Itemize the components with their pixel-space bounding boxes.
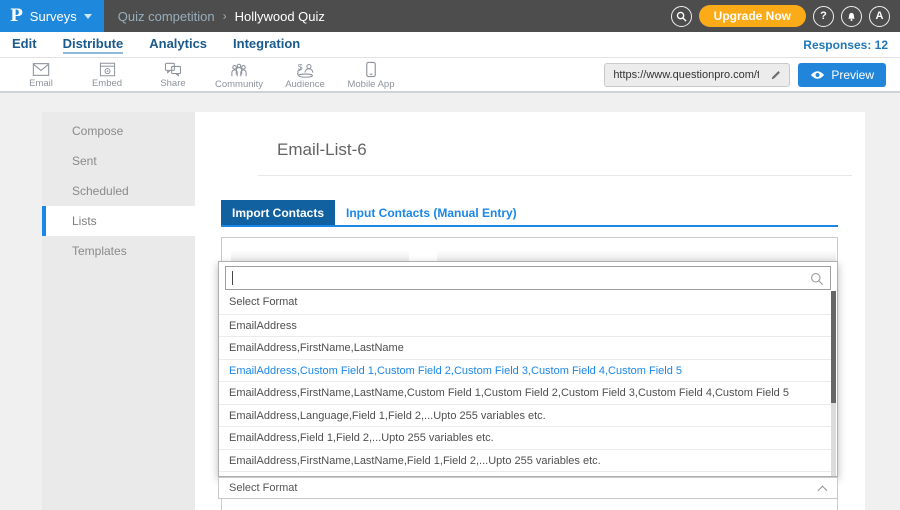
format-option[interactable]: EmailAddress — [219, 314, 831, 337]
avatar[interactable]: A — [869, 6, 890, 27]
lists-card: Compose Sent Scheduled Lists Templates E… — [42, 112, 865, 510]
tab-integration[interactable]: Integration — [233, 36, 300, 54]
question-mark-icon: ? — [820, 10, 827, 22]
eye-icon — [810, 70, 825, 80]
sidebar-item-templates[interactable]: Templates — [42, 236, 195, 266]
dropdown-scrollbar[interactable] — [831, 291, 836, 476]
tab-input-contacts-manual-entry[interactable]: Input Contacts (Manual Entry) — [335, 200, 528, 225]
toolbar-item-label: Share — [160, 78, 185, 89]
tab-distribute[interactable]: Distribute — [63, 36, 124, 54]
toolbar-item-embed[interactable]: Embed — [74, 60, 140, 89]
avatar-letter: A — [876, 10, 884, 22]
sidebar-item-compose[interactable]: Compose — [42, 116, 195, 146]
search-icon — [809, 271, 825, 287]
tab-edit[interactable]: Edit — [12, 36, 37, 54]
toolbar-right: Preview — [604, 63, 900, 87]
select-format-trigger[interactable]: Select Format — [218, 477, 838, 499]
edit-url-button[interactable] — [763, 64, 789, 86]
breadcrumb: Quiz competition › Hollywood Quiz — [118, 9, 325, 24]
format-option[interactable]: EmailAddress,FirstName,LastName,Custom F… — [219, 381, 831, 404]
chevron-up-icon — [818, 486, 828, 496]
format-option-highlighted[interactable]: EmailAddress,Custom Field 1,Custom Field… — [219, 359, 831, 382]
survey-url-input[interactable] — [605, 69, 763, 81]
sidebar-item-lists[interactable]: Lists — [42, 206, 195, 236]
product-label: Surveys — [30, 9, 77, 24]
page-body: Compose Sent Scheduled Lists Templates E… — [0, 93, 900, 510]
toolbar-item-label: Audience — [285, 79, 325, 90]
preview-label: Preview — [831, 68, 874, 82]
lists-content: Email-List-6 Import Contacts Input Conta… — [195, 112, 865, 510]
toolbar-item-community[interactable]: Community — [206, 60, 272, 90]
toolbar-item-mobile-app[interactable]: Mobile App — [338, 59, 404, 90]
dropdown-options: Select Format EmailAddress EmailAddress,… — [219, 291, 831, 476]
help-button[interactable]: ? — [813, 6, 834, 27]
share-icon — [164, 62, 182, 77]
breadcrumb-separator-icon: › — [223, 9, 227, 23]
preview-button[interactable]: Preview — [798, 63, 886, 87]
embed-icon — [99, 62, 116, 77]
top-app-bar: P Surveys Quiz competition › Hollywood Q… — [0, 0, 900, 32]
format-option[interactable]: EmailAddress,Language,Field 1,Field 2,..… — [219, 404, 831, 427]
survey-url-group — [604, 63, 790, 87]
distribute-sidebar: Compose Sent Scheduled Lists Templates — [42, 112, 195, 510]
format-option[interactable]: EmailAddress,FirstName,LastName — [219, 336, 831, 359]
community-icon — [230, 62, 248, 78]
upgrade-now-button[interactable]: Upgrade Now — [699, 5, 806, 27]
search-icon — [676, 11, 687, 22]
toolbar-item-label: Community — [215, 79, 263, 90]
dropdown-search-box — [225, 266, 831, 290]
surveys-menu-button[interactable]: P Surveys — [0, 0, 104, 32]
format-option[interactable]: Select Format — [219, 291, 831, 314]
toolbar-item-label: Embed — [92, 78, 122, 89]
notifications-button[interactable] — [841, 6, 862, 27]
text-cursor — [232, 271, 233, 285]
format-option[interactable]: EmailAddress,Field 1,Field 2,...Upto 255… — [219, 426, 831, 449]
format-option[interactable]: EmailAddress,FirstName,LastName,Password… — [219, 471, 831, 476]
survey-nav-bar: Edit Distribute Analytics Integration Re… — [0, 32, 900, 58]
breadcrumb-current: Hollywood Quiz — [235, 9, 325, 24]
tab-analytics[interactable]: Analytics — [149, 36, 207, 54]
sidebar-item-scheduled[interactable]: Scheduled — [42, 176, 195, 206]
responses-count[interactable]: Responses: 12 — [803, 38, 888, 52]
page-title: Email-List-6 — [277, 140, 367, 160]
pencil-icon — [770, 69, 782, 81]
dropdown-search-input[interactable] — [226, 267, 830, 289]
survey-nav-tabs: Edit Distribute Analytics Integration — [12, 36, 300, 54]
scrollbar-thumb[interactable] — [831, 291, 836, 403]
email-icon — [32, 62, 50, 77]
distribute-toolbar: Email Embed Share Community $ Audience M… — [0, 58, 900, 93]
audience-icon: $ — [296, 62, 315, 78]
mobile-app-icon — [365, 61, 377, 78]
title-divider — [258, 175, 852, 176]
chevron-down-icon — [84, 14, 92, 19]
topbar-actions: Upgrade Now ? A — [671, 5, 900, 27]
toolbar-item-email[interactable]: Email — [8, 60, 74, 89]
sidebar-item-sent[interactable]: Sent — [42, 146, 195, 176]
toolbar-item-label: Email — [29, 78, 53, 89]
toolbar-item-audience[interactable]: $ Audience — [272, 60, 338, 90]
bell-icon — [846, 11, 857, 22]
contacts-tabs: Import Contacts Input Contacts (Manual E… — [221, 200, 838, 227]
questionpro-logo-icon: P — [10, 6, 23, 26]
toolbar-item-share[interactable]: Share — [140, 60, 206, 89]
breadcrumb-parent[interactable]: Quiz competition — [118, 9, 215, 24]
select-format-value: Select Format — [229, 482, 297, 494]
tab-import-contacts[interactable]: Import Contacts — [221, 200, 335, 225]
format-dropdown-list: Select Format EmailAddress EmailAddress,… — [218, 261, 838, 477]
search-button[interactable] — [671, 6, 692, 27]
format-option[interactable]: EmailAddress,FirstName,LastName,Field 1,… — [219, 449, 831, 472]
toolbar-item-label: Mobile App — [347, 79, 394, 90]
